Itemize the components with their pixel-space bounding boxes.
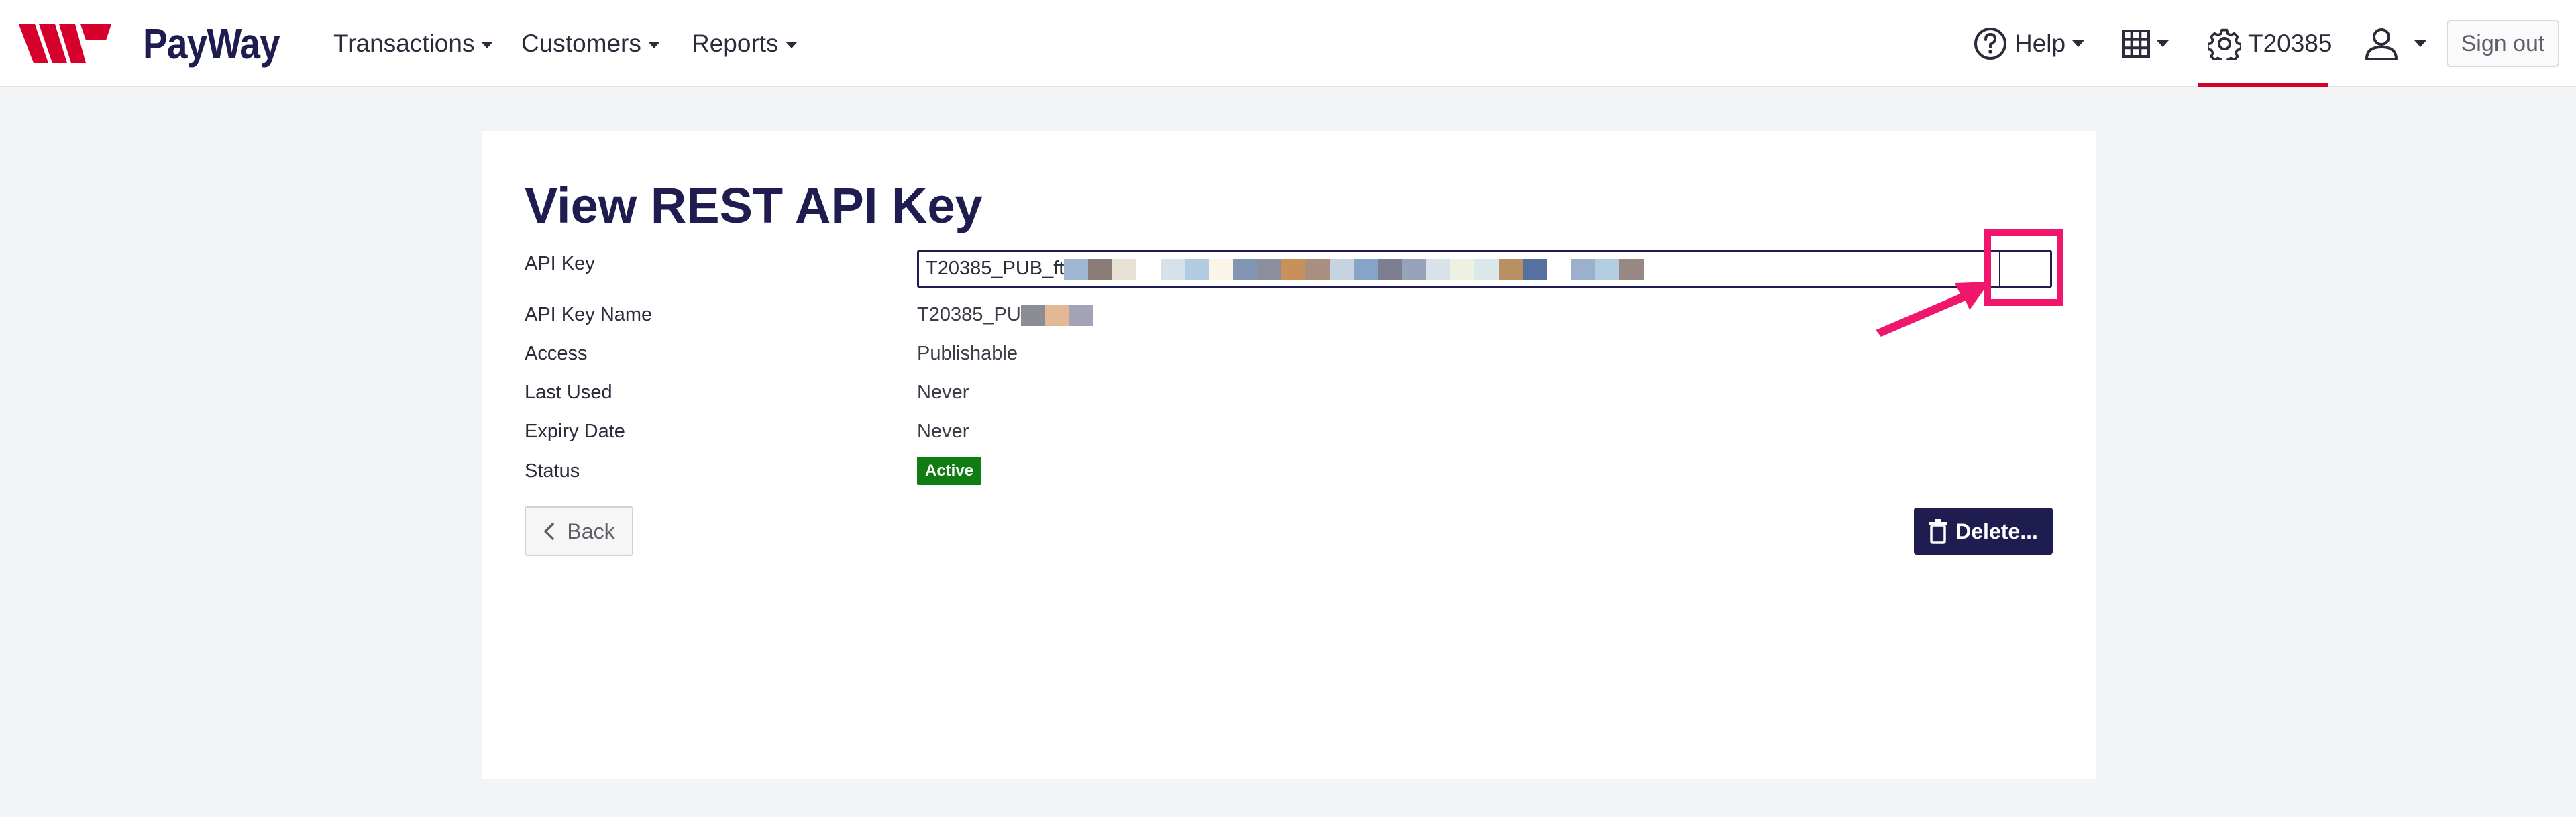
redaction-block [1450,258,1475,280]
apps-menu[interactable] [2122,23,2169,64]
api-key-name-value: T20385_PU [917,303,1093,327]
redaction-block [1257,258,1282,280]
access-value: Publishable [917,343,1018,364]
redaction-block [1064,258,1089,280]
nav-menu-label: Reports [692,30,779,57]
redaction-block [1305,258,1330,280]
nav-menu-customers[interactable]: Customers [521,27,660,60]
settings-menu[interactable]: T20385 [2208,23,2332,64]
delete-button-label: Delete... [1955,519,2038,543]
redaction-block [1069,305,1093,327]
caret-down-icon [2414,40,2426,47]
expiry-date-label: Expiry Date [525,421,625,442]
caret-down-icon [481,42,494,49]
back-button-label: Back [567,519,615,543]
merchant-id-label: T20385 [2248,30,2332,57]
redaction-block [1330,258,1354,280]
sign-out-button[interactable]: Sign out [2447,20,2559,67]
api-key-visible-text: T20385_PUB_ft [926,258,1065,280]
page-title: View REST API Key [525,178,983,233]
question-circle-icon [1974,28,2006,60]
redaction-block [1595,258,1620,280]
redaction-block [1281,258,1306,280]
caret-down-icon [785,42,798,49]
redaction-block [1426,258,1451,280]
active-nav-indicator [2198,83,2328,87]
help-label: Help [2015,30,2066,57]
last-used-label: Last Used [525,382,612,403]
redaction-block [1354,258,1379,280]
api-key-value[interactable]: T20385_PUB_ft [919,258,1644,280]
caret-down-icon [2072,40,2085,47]
top-navbar: PayWay Transactions Customers Reports He… [0,0,2576,87]
grid-icon [2122,30,2150,58]
annotation-arrow-icon [1876,282,1990,337]
api-key-name-label: API Key Name [525,304,653,325]
caret-down-icon [2157,40,2169,47]
redaction-block [1523,258,1548,280]
redaction-block [1161,258,1185,280]
nav-menu-label: Customers [521,30,641,57]
delete-button[interactable]: Delete... [1914,508,2053,555]
nav-menu-transactions[interactable]: Transactions [333,27,494,60]
redaction-block [1088,258,1113,280]
redaction-block [1378,258,1403,280]
redaction-block [1499,258,1523,280]
redaction-block [1619,258,1644,280]
redaction-block [1185,258,1210,280]
access-label: Access [525,343,588,364]
last-used-value: Never [917,382,969,403]
redaction-block [1571,258,1596,280]
redaction-block [1044,305,1069,327]
redaction-block [1474,258,1499,280]
nav-menu-label: Transactions [333,30,475,57]
redaction-block [1547,258,1572,280]
nav-menu-reports[interactable]: Reports [692,27,798,60]
gear-icon [2208,28,2241,60]
westpac-logo-icon[interactable] [19,24,111,63]
user-icon [2365,28,2398,60]
redaction-block [1136,258,1161,280]
expiry-date-value: Never [917,421,969,442]
user-menu[interactable] [2363,23,2426,64]
redacted-api-key [1064,258,1644,280]
status-badge: Active [917,457,982,485]
api-key-label: API Key [525,253,595,274]
redacted-api-key-name [1020,305,1093,327]
back-button[interactable]: Back [525,506,633,556]
redaction-block [1112,258,1137,280]
status-label: Status [525,460,580,482]
help-menu[interactable]: Help [1973,23,2085,64]
redaction-block [1233,258,1258,280]
trash-icon [1929,519,1947,544]
chevron-left-icon [544,523,555,540]
brand-name[interactable]: PayWay [143,20,280,67]
redaction-block [1402,258,1427,280]
api-key-name-visible-text: T20385_PU [917,304,1021,325]
redaction-block [1209,258,1234,280]
caret-down-icon [647,42,660,49]
redaction-block [1020,305,1045,327]
